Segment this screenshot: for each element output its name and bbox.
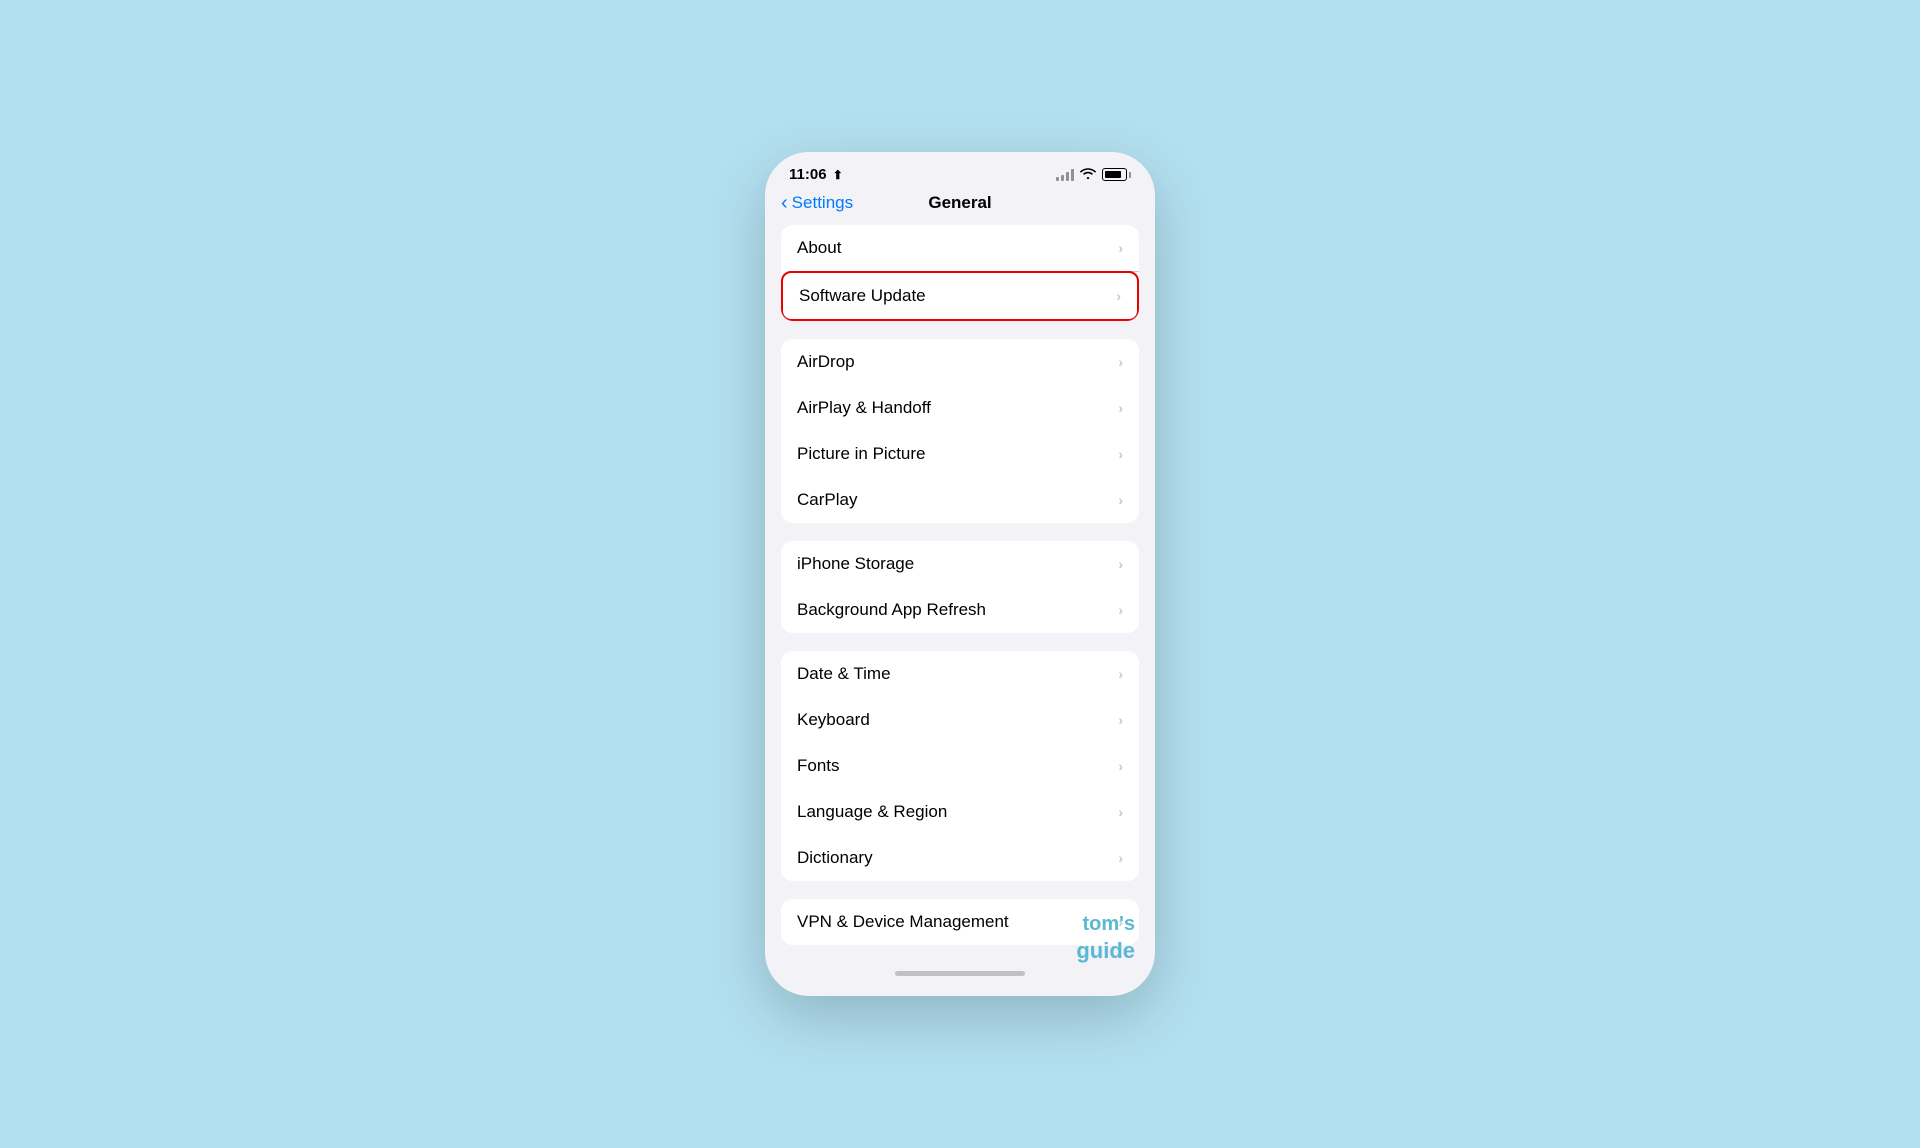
signal-icon xyxy=(1056,169,1074,181)
section-about: About › Software Update › xyxy=(781,225,1139,321)
back-label: Settings xyxy=(792,193,853,213)
menu-item-airdrop[interactable]: AirDrop › xyxy=(781,339,1139,385)
chevron-icon: › xyxy=(1118,712,1123,728)
menu-item-iphone-storage[interactable]: iPhone Storage › xyxy=(781,541,1139,587)
nav-bar: ‹ Settings General xyxy=(765,189,1155,225)
chevron-icon: › xyxy=(1118,492,1123,508)
section-storage: iPhone Storage › Background App Refresh … xyxy=(781,541,1139,633)
chevron-icon: › xyxy=(1116,288,1121,304)
menu-item-fonts[interactable]: Fonts › xyxy=(781,743,1139,789)
chevron-icon: › xyxy=(1118,602,1123,618)
section-locale: Date & Time › Keyboard › Fonts › Languag… xyxy=(781,651,1139,881)
wifi-icon xyxy=(1080,167,1096,182)
menu-item-background-app-refresh[interactable]: Background App Refresh › xyxy=(781,587,1139,633)
menu-item-carplay[interactable]: CarPlay › xyxy=(781,477,1139,523)
status-time: 11:06 ⬆ xyxy=(789,166,843,183)
back-chevron-icon: ‹ xyxy=(781,193,788,213)
chevron-icon: › xyxy=(1118,850,1123,866)
chevron-icon: › xyxy=(1118,400,1123,416)
page-title: General xyxy=(928,193,991,213)
menu-item-dictionary[interactable]: Dictionary › xyxy=(781,835,1139,881)
chevron-icon: › xyxy=(1118,556,1123,572)
settings-content: About › Software Update › AirDrop › AirP… xyxy=(765,225,1155,963)
chevron-icon: › xyxy=(1118,240,1123,256)
menu-item-software-update[interactable]: Software Update › xyxy=(781,271,1139,321)
menu-item-keyboard[interactable]: Keyboard › xyxy=(781,697,1139,743)
chevron-icon: › xyxy=(1118,354,1123,370)
location-arrow-icon: ⬆ xyxy=(833,168,843,182)
status-bar: 11:06 ⬆ xyxy=(765,152,1155,189)
chevron-icon: › xyxy=(1118,758,1123,774)
home-indicator xyxy=(765,963,1155,988)
watermark: tom's guide xyxy=(1076,911,1135,966)
section-connectivity: AirDrop › AirPlay & Handoff › Picture in… xyxy=(781,339,1139,523)
chevron-icon: › xyxy=(1118,446,1123,462)
menu-item-airplay-handoff[interactable]: AirPlay & Handoff › xyxy=(781,385,1139,431)
battery-icon xyxy=(1102,168,1131,181)
menu-item-picture-in-picture[interactable]: Picture in Picture › xyxy=(781,431,1139,477)
menu-item-date-time[interactable]: Date & Time › xyxy=(781,651,1139,697)
menu-item-language-region[interactable]: Language & Region › xyxy=(781,789,1139,835)
back-button[interactable]: ‹ Settings xyxy=(781,193,853,213)
status-icons xyxy=(1056,167,1131,182)
chevron-icon: › xyxy=(1118,804,1123,820)
chevron-icon: › xyxy=(1118,666,1123,682)
phone-frame: 11:06 ⬆ ‹ Se xyxy=(765,152,1155,996)
menu-item-about[interactable]: About › xyxy=(781,225,1139,271)
